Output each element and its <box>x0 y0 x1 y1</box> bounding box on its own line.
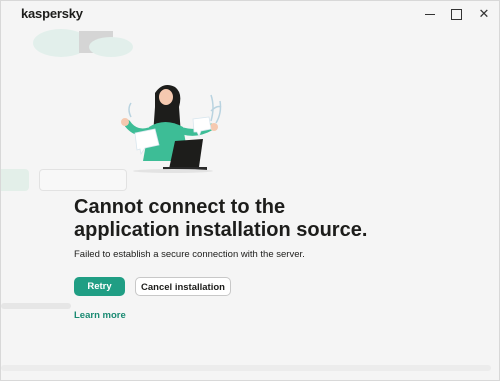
close-icon: ✕ <box>478 6 490 21</box>
page-title: Cannot connect to the application instal… <box>74 196 368 241</box>
minimize-button[interactable] <box>421 5 439 23</box>
background-text <box>1 365 491 371</box>
background-page <box>1 1 499 380</box>
title-bar: kaspersky ✕ <box>1 1 499 29</box>
background-title <box>0 87 1 109</box>
background-text <box>1 303 71 309</box>
maximize-button[interactable] <box>447 5 465 23</box>
minimize-icon <box>425 14 435 16</box>
close-button[interactable]: ✕ <box>475 5 493 23</box>
error-message: Failed to establish a secure connection … <box>74 249 305 260</box>
background-button <box>1 169 29 191</box>
cancel-installation-button[interactable]: Cancel installation <box>135 277 231 296</box>
person-with-laptop-illustration <box>121 85 222 173</box>
retry-button[interactable]: Retry <box>74 277 125 296</box>
maximize-icon <box>450 9 462 20</box>
learn-more-link[interactable]: Learn more <box>74 310 126 321</box>
installer-window: kaspersky ✕ Cannot connect to the applic… <box>0 0 500 381</box>
kaspersky-logo: kaspersky <box>21 6 83 21</box>
